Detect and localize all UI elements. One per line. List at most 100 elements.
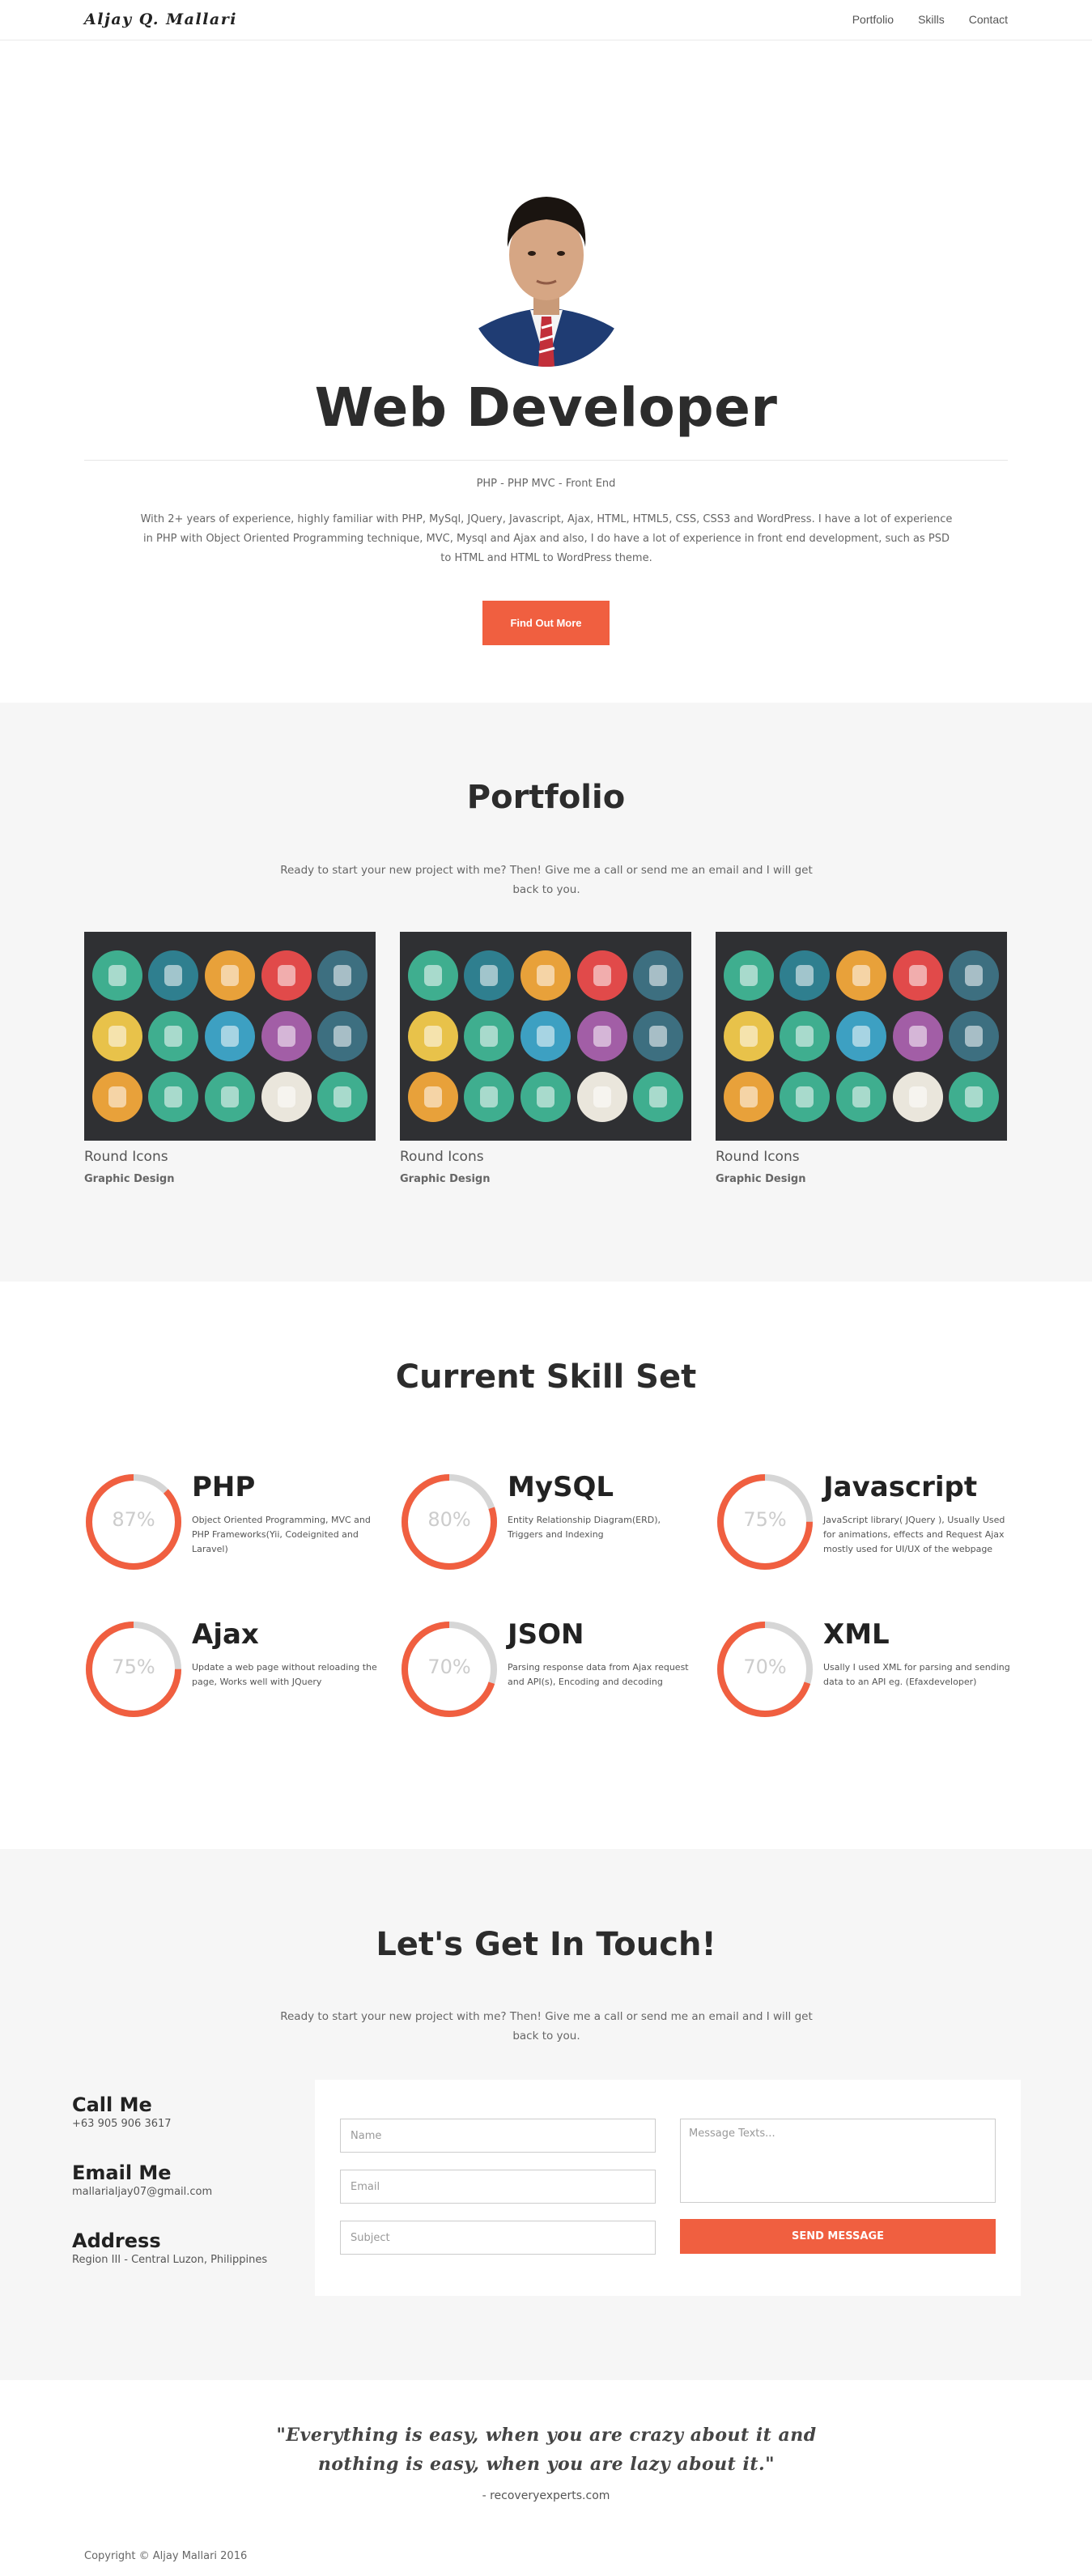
- portfolio-lead: Ready to start your new project with me?…: [280, 864, 813, 896]
- hero-title: Web Developer: [314, 376, 778, 439]
- skill-json: 70% JSON Parsing response data from Ajax…: [400, 1618, 699, 1729]
- round-icon: [520, 1010, 571, 1061]
- profile-photo: [467, 166, 626, 367]
- round-icon: [892, 1072, 943, 1123]
- round-icon: [576, 1072, 627, 1123]
- nav-link-contact[interactable]: Contact: [969, 13, 1008, 26]
- round-icon: [148, 1072, 199, 1123]
- skill-name: XML: [823, 1618, 890, 1651]
- portfolio-card-category: Graphic Design: [716, 1173, 806, 1185]
- round-icon: [91, 1010, 142, 1061]
- skill-description: Update a web page without reloading the …: [192, 1662, 377, 1687]
- portfolio-card-category: Graphic Design: [400, 1173, 491, 1185]
- portfolio-thumbnail[interactable]: [716, 932, 1007, 1141]
- skill-javascript: 75% Javascript JavaScript library( JQuer…: [716, 1471, 1015, 1582]
- round-icon: [576, 950, 627, 1001]
- round-icon: [780, 1010, 831, 1061]
- contact-form: SEND MESSAGE: [315, 2080, 1021, 2296]
- contact-title: Let's Get In Touch!: [376, 1926, 716, 1963]
- round-icon: [835, 950, 886, 1001]
- round-icon: [464, 1010, 515, 1061]
- portfolio-thumbnail[interactable]: [84, 932, 376, 1141]
- portfolio-title: Portfolio: [466, 779, 626, 816]
- round-icon: [464, 950, 515, 1001]
- portfolio-card-title: Round Icons: [716, 1149, 800, 1165]
- email-field[interactable]: [340, 2170, 656, 2204]
- portfolio-card[interactable]: Round Icons Graphic Design: [400, 932, 691, 1185]
- round-icon: [723, 1010, 774, 1061]
- send-message-button[interactable]: SEND MESSAGE: [680, 2219, 996, 2254]
- portfolio-card-category: Graphic Design: [84, 1173, 175, 1185]
- round-icon: [148, 950, 199, 1001]
- round-icon: [261, 1010, 312, 1061]
- round-icon: [892, 1010, 943, 1061]
- round-icon: [633, 950, 684, 1001]
- contact-section: Let's Get In Touch! Ready to start your …: [0, 1849, 1092, 2380]
- copyright: Copyright © Aljay Mallari 2016: [84, 2550, 248, 2562]
- brand-logo[interactable]: Aljay Q. Mallari: [84, 11, 237, 28]
- round-icon: [949, 1072, 1000, 1123]
- skills-section: Current Skill Set 87% PHP Object Oriente…: [0, 1282, 1092, 1849]
- portfolio-section: Portfolio Ready to start your new projec…: [0, 703, 1092, 1282]
- divider: [84, 460, 1008, 461]
- subject-field[interactable]: [340, 2221, 656, 2255]
- round-icon: [204, 1010, 255, 1061]
- skill-ajax: 75% Ajax Update a web page without reloa…: [84, 1618, 384, 1729]
- skill-description: Parsing response data from Ajax request …: [508, 1662, 689, 1687]
- name-field[interactable]: [340, 2119, 656, 2153]
- round-icon: [835, 1010, 886, 1061]
- skill-percent: 70%: [427, 1656, 471, 1678]
- footer-quote: "Everything is easy, when you are crazy …: [276, 2425, 817, 2475]
- email-address[interactable]: mallarialjay07@gmail.com: [72, 2186, 212, 2198]
- nav-link-skills[interactable]: Skills: [918, 13, 945, 26]
- portfolio-thumbnail[interactable]: [400, 932, 691, 1141]
- round-icon: [464, 1072, 515, 1123]
- round-icon: [317, 1010, 368, 1061]
- round-icon: [633, 1010, 684, 1061]
- round-icon: [317, 1072, 368, 1123]
- skill-name: PHP: [192, 1471, 256, 1503]
- skill-php: 87% PHP Object Oriented Programming, MVC…: [84, 1471, 384, 1582]
- round-icon: [780, 950, 831, 1001]
- skill-description: Usally I used XML for parsing and sendin…: [823, 1662, 1010, 1687]
- contact-lead: Ready to start your new project with me?…: [280, 2010, 813, 2043]
- round-icon: [407, 1010, 458, 1061]
- skill-name: MySQL: [508, 1471, 614, 1503]
- round-icon: [204, 1072, 255, 1123]
- skill-percent: 75%: [112, 1656, 155, 1678]
- skill-percent: 87%: [112, 1508, 155, 1531]
- portfolio-card[interactable]: Round Icons Graphic Design: [84, 932, 376, 1185]
- navbar: Aljay Q. Mallari Portfolio Skills Contac…: [0, 0, 1092, 40]
- round-icon: [407, 950, 458, 1001]
- skill-description: JavaScript library( JQuery ), Usually Us…: [823, 1515, 1005, 1554]
- round-icon: [91, 950, 142, 1001]
- skill-description: Object Oriented Programming, MVC and PHP…: [192, 1515, 371, 1554]
- find-out-more-button[interactable]: Find Out More: [482, 601, 610, 645]
- footer: "Everything is easy, when you are crazy …: [0, 2380, 1092, 2576]
- message-field[interactable]: [680, 2119, 996, 2203]
- round-icon: [520, 1072, 571, 1123]
- skill-mysql: 80% MySQL Entity Relationship Diagram(ER…: [400, 1471, 699, 1582]
- round-icon: [91, 1072, 142, 1123]
- email-label: Email Me: [72, 2162, 172, 2184]
- round-icon: [835, 1072, 886, 1123]
- portfolio-card-title: Round Icons: [84, 1149, 168, 1165]
- hero-section: Web Developer PHP - PHP MVC - Front End …: [0, 40, 1092, 703]
- email-info: Email Me mallarialjay07@gmail.com: [72, 2162, 212, 2198]
- skill-percent: 70%: [743, 1656, 787, 1678]
- round-icon: [520, 950, 571, 1001]
- nav-link-portfolio[interactable]: Portfolio: [852, 13, 894, 26]
- address-label: Address: [72, 2230, 161, 2252]
- round-icon: [204, 950, 255, 1001]
- round-icon: [949, 950, 1000, 1001]
- round-icon: [148, 1010, 199, 1061]
- call-label: Call Me: [72, 2094, 152, 2116]
- skill-xml: 70% XML Usally I used XML for parsing an…: [716, 1618, 1015, 1729]
- address-value: Region III - Central Luzon, Philippines: [72, 2254, 268, 2266]
- phone-number[interactable]: +63 905 906 3617: [72, 2118, 172, 2130]
- portfolio-card[interactable]: Round Icons Graphic Design: [716, 932, 1007, 1185]
- round-icon: [317, 950, 368, 1001]
- skill-name: Javascript: [823, 1471, 978, 1503]
- round-icon: [723, 1072, 774, 1123]
- round-icon: [723, 950, 774, 1001]
